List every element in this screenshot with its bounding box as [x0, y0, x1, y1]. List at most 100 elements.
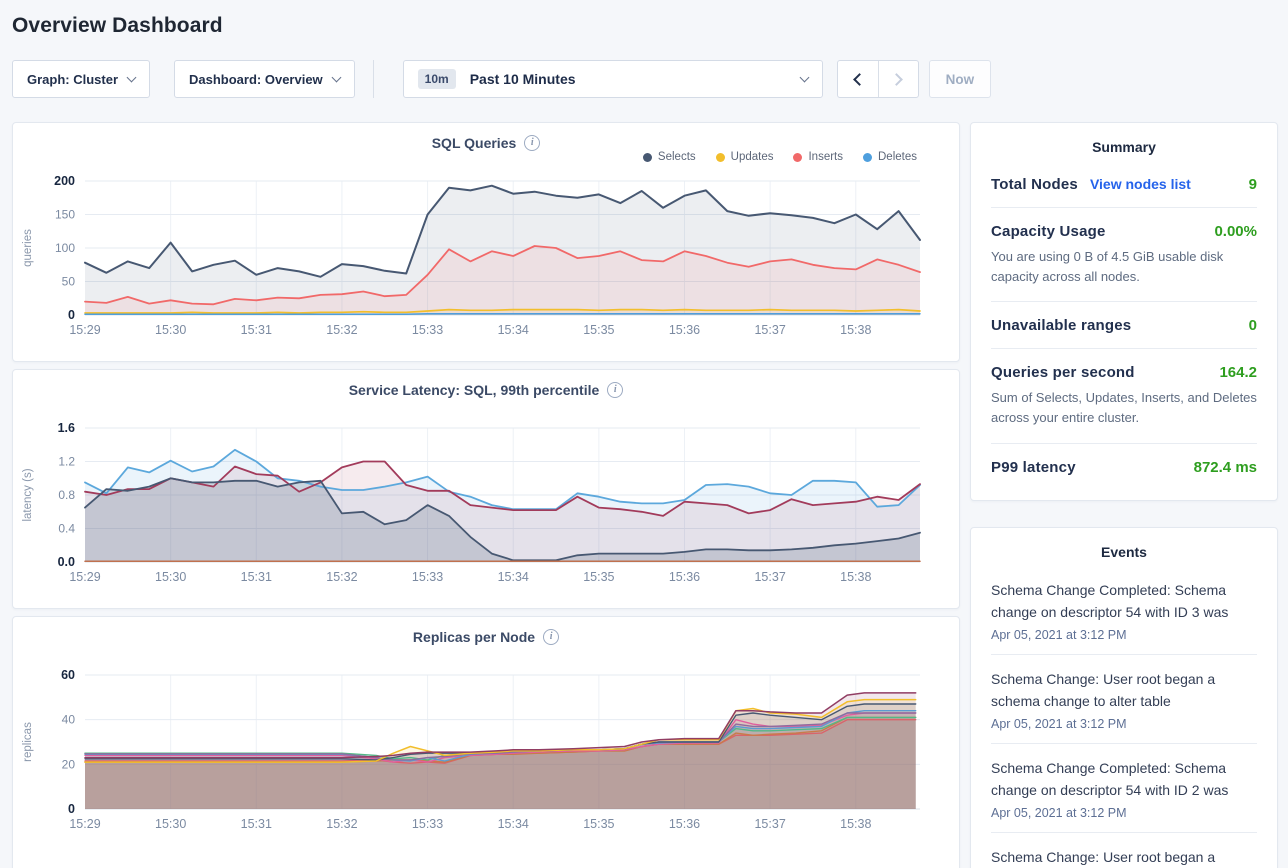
svg-text:1.2: 1.2 [58, 455, 75, 469]
summary-description: Sum of Selects, Updates, Inserts, and De… [991, 388, 1257, 428]
svg-text:15:35: 15:35 [583, 570, 614, 584]
svg-text:latency (s): latency (s) [22, 468, 34, 521]
summary-label: P99 latency [991, 459, 1076, 476]
svg-text:0: 0 [68, 802, 75, 816]
event-message: Schema Change: User root began a schema … [991, 668, 1257, 712]
time-next-button[interactable] [878, 61, 918, 97]
svg-text:100: 100 [55, 241, 75, 255]
chart-panel-sql-queries: SQL Queries i SelectsUpdatesInsertsDelet… [12, 122, 960, 362]
svg-text:0.0: 0.0 [58, 555, 75, 569]
now-button[interactable]: Now [929, 60, 992, 98]
summary-label: Queries per second [991, 364, 1135, 381]
sidebar: Summary Total Nodes View nodes list 9 Capac… [970, 122, 1278, 868]
svg-text:15:37: 15:37 [754, 323, 785, 337]
legend-item-updates: Updates [716, 151, 774, 163]
svg-text:15:33: 15:33 [412, 817, 443, 831]
graph-dropdown-label: Graph: Cluster [27, 72, 118, 87]
chevron-down-icon [799, 72, 809, 82]
summary-row: Unavailable ranges0 [991, 302, 1257, 349]
legend-dot-icon [716, 153, 725, 162]
event-message: Schema Change Completed: Schema change o… [991, 757, 1257, 801]
summary-row: Queries per second 164.2 Sum of Selects, U… [991, 349, 1257, 443]
svg-text:15:29: 15:29 [69, 570, 100, 584]
svg-text:15:31: 15:31 [241, 323, 272, 337]
main-content: SQL Queries i SelectsUpdatesInsertsDelet… [12, 122, 1276, 868]
legend-label: Updates [731, 151, 774, 163]
svg-text:replicas: replicas [22, 722, 34, 762]
legend-label: Deletes [878, 151, 917, 163]
svg-text:15:35: 15:35 [583, 323, 614, 337]
svg-text:0.4: 0.4 [58, 522, 75, 536]
overview-dashboard-page: Overview Dashboard Graph: Cluster Dashbo… [0, 0, 1288, 868]
summary-value: 872.4 ms [1194, 459, 1257, 476]
time-range-selector[interactable]: 10m Past 10 Minutes [403, 60, 823, 98]
legend-label: Inserts [808, 151, 843, 163]
event-timestamp: Apr 05, 2021 at 3:12 PM [991, 717, 1257, 731]
event-message: Schema Change: User root began a schema … [991, 846, 1257, 868]
summary-value: 0 [1249, 317, 1257, 334]
chevron-down-icon [331, 72, 341, 82]
time-range-label: Past 10 Minutes [470, 71, 801, 87]
events-card: Events Schema Change Completed: Schema c… [970, 527, 1278, 868]
svg-text:15:30: 15:30 [155, 570, 186, 584]
dashboard-dropdown[interactable]: Dashboard: Overview [174, 60, 355, 98]
svg-text:20: 20 [62, 757, 76, 771]
svg-text:15:37: 15:37 [754, 817, 785, 831]
view-nodes-link[interactable]: View nodes list [1090, 176, 1191, 192]
sql-queries-chart[interactable]: 15:2915:3015:3115:3215:3315:3415:3515:36… [13, 169, 959, 347]
legend-item-deletes: Deletes [863, 151, 917, 163]
svg-text:15:31: 15:31 [241, 570, 272, 584]
summary-title: Summary [991, 139, 1257, 161]
svg-text:15:36: 15:36 [669, 817, 700, 831]
summary-row: Total Nodes View nodes list 9 [991, 161, 1257, 208]
svg-text:15:36: 15:36 [669, 323, 700, 337]
time-prev-button[interactable] [838, 61, 878, 97]
summary-value: 9 [1249, 176, 1257, 193]
events-title: Events [991, 544, 1257, 566]
charts-column: SQL Queries i SelectsUpdatesInsertsDelet… [12, 122, 960, 868]
svg-text:200: 200 [54, 174, 75, 188]
svg-text:15:38: 15:38 [840, 817, 871, 831]
event-item: Schema Change: User root began a schema … [991, 833, 1257, 868]
svg-text:15:34: 15:34 [498, 817, 529, 831]
service-latency-chart[interactable]: 15:2915:3015:3115:3215:3315:3415:3515:36… [13, 416, 959, 594]
chevron-down-icon [127, 72, 137, 82]
svg-text:15:36: 15:36 [669, 570, 700, 584]
svg-text:50: 50 [62, 275, 76, 289]
svg-text:40: 40 [62, 713, 76, 727]
summary-value: 0.00% [1214, 223, 1257, 240]
chevron-left-icon [853, 73, 866, 86]
svg-text:15:30: 15:30 [155, 323, 186, 337]
summary-row: P99 latency 872.4 ms [991, 444, 1257, 490]
legend-label: Selects [658, 151, 696, 163]
summary-label: Capacity Usage [991, 223, 1106, 240]
event-item: Schema Change: User root began a schema … [991, 655, 1257, 744]
chevron-right-icon [890, 73, 903, 86]
toolbar: Graph: Cluster Dashboard: Overview 10m P… [12, 60, 1276, 98]
time-step-buttons [837, 60, 919, 98]
svg-text:15:29: 15:29 [69, 323, 100, 337]
event-timestamp: Apr 05, 2021 at 3:12 PM [991, 806, 1257, 820]
summary-row: Capacity Usage0.00%You are using 0 B of … [991, 208, 1257, 302]
graph-dropdown[interactable]: Graph: Cluster [12, 60, 150, 98]
svg-text:15:32: 15:32 [326, 323, 357, 337]
time-range-badge: 10m [418, 69, 456, 89]
toolbar-divider [373, 60, 374, 98]
summary-value: 164.2 [1219, 364, 1257, 381]
legend-dot-icon [643, 153, 652, 162]
replicas-per-node-chart[interactable]: 15:2915:3015:3115:3215:3315:3415:3515:36… [13, 663, 959, 841]
svg-text:15:38: 15:38 [840, 570, 871, 584]
svg-text:1.6: 1.6 [58, 421, 75, 435]
event-timestamp: Apr 05, 2021 at 3:12 PM [991, 628, 1257, 642]
page-title: Overview Dashboard [12, 0, 1276, 38]
svg-text:15:34: 15:34 [498, 570, 529, 584]
chart-panel-replicas-per-node: Replicas per Node i 15:2915:3015:3115:32… [12, 616, 960, 868]
svg-text:0.8: 0.8 [58, 488, 75, 502]
legend-dot-icon [863, 153, 872, 162]
legend-dot-icon [793, 153, 802, 162]
summary-label: Total Nodes [991, 176, 1078, 193]
svg-text:15:35: 15:35 [583, 817, 614, 831]
svg-text:15:33: 15:33 [412, 570, 443, 584]
svg-text:60: 60 [61, 668, 75, 682]
svg-text:queries: queries [22, 229, 34, 267]
